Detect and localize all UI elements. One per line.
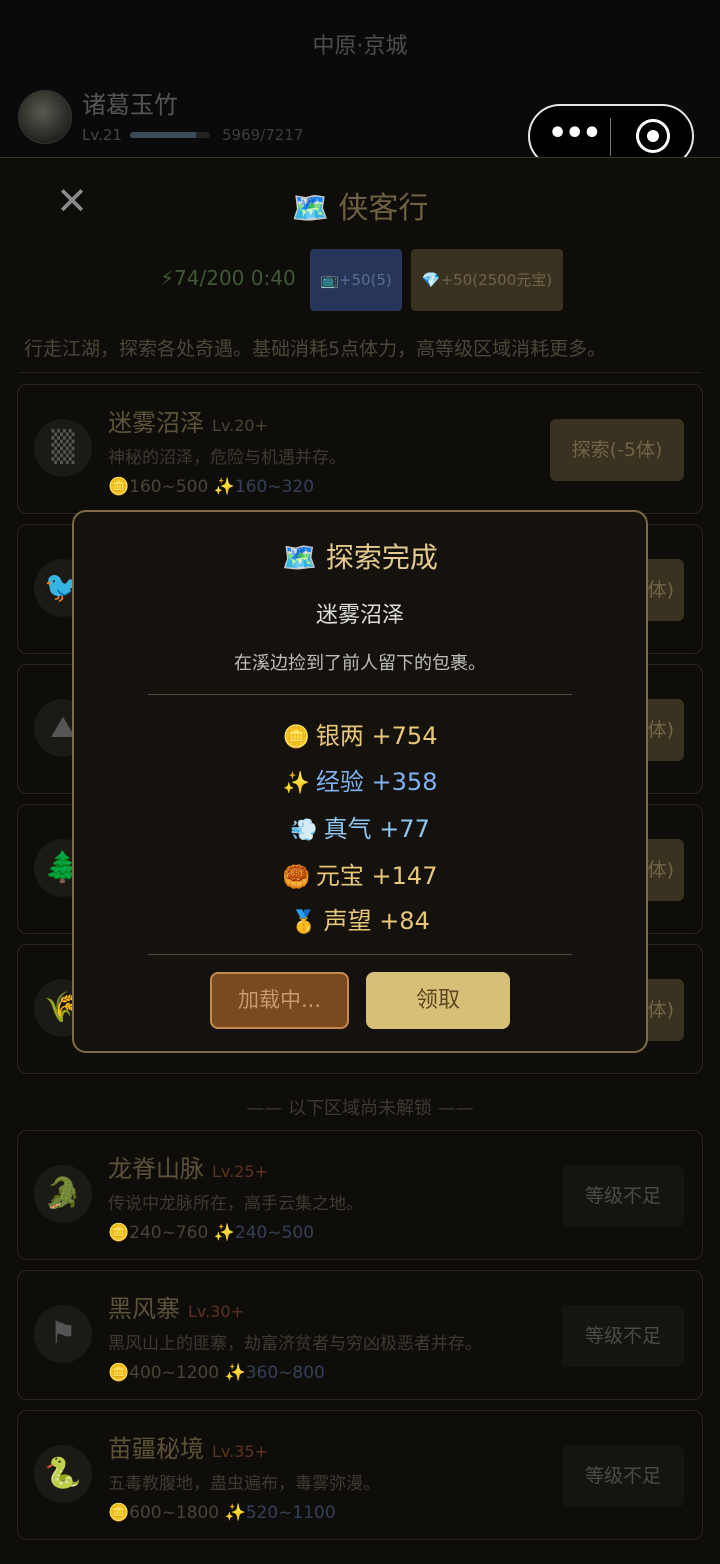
capsule-divider: [610, 118, 611, 156]
region-desc: 五毒教腹地，蛊虫遍布，毒雾弥漫。: [108, 1474, 380, 1494]
exp-range: ✨240~500: [213, 1223, 315, 1243]
silver-range: 🪙160~500: [108, 477, 209, 497]
modal-region-name: 迷雾沼泽: [315, 603, 404, 628]
exp-range: ✨160~320: [213, 477, 315, 497]
claim-button[interactable]: 领取: [366, 972, 510, 1029]
panel-title: 🗺️ 侠客行: [291, 191, 429, 226]
reward-exp: ✨ 经验 +358: [282, 768, 438, 796]
watch-ad-stamina-button[interactable]: 📺+50(5): [310, 249, 402, 311]
region-name: 迷雾沼泽: [108, 409, 204, 437]
player-level: Lv.21: [82, 126, 122, 144]
exp-range: ✨360~800: [224, 1363, 325, 1383]
sparkle-icon: ✨: [282, 771, 310, 796]
region-card[interactable]: ▒ 迷雾沼泽 Lv.20+ 神秘的沼泽，危险与机遇并存。 🪙160~500 ✨16…: [17, 384, 703, 514]
modal-divider: [148, 694, 572, 695]
medal-icon: 🥇: [290, 910, 318, 935]
stamina-display: ⚡74/200 0:40: [160, 266, 296, 290]
region-desc: 黑风山上的匪寨，劫富济贫者与穷凶极恶者并存。: [108, 1334, 482, 1354]
exp-range: ✨520~1100: [224, 1503, 336, 1523]
modal-title: 🗺️ 探索完成: [282, 541, 438, 574]
region-level: Lv.20+: [212, 416, 268, 435]
dragon-icon: 🐊: [34, 1165, 92, 1223]
level-insufficient-button[interactable]: 等级不足: [562, 1305, 684, 1367]
black-flag-icon: ⚑: [34, 1305, 92, 1363]
divider: [18, 372, 702, 373]
region-level: Lv.25+: [212, 1162, 268, 1181]
silver-range: 🪙400~1200: [108, 1363, 220, 1383]
xp-bar: [130, 132, 210, 138]
region-level: Lv.35+: [212, 1442, 268, 1461]
reward-prestige: 🥇 声望 +84: [290, 907, 430, 935]
region-name: 龙脊山脉: [108, 1155, 204, 1183]
player-name: 诸葛玉竹: [82, 91, 178, 119]
location-title: 中原·京城: [312, 34, 408, 59]
explore-button[interactable]: 探索(-5体): [550, 419, 684, 481]
more-icon[interactable]: •••: [548, 114, 602, 158]
locked-section-label: —— 以下区域尚未解锁 ——: [246, 1098, 474, 1119]
locked-region-card: 🐍 苗疆秘境 Lv.35+ 五毒教腹地，蛊虫遍布，毒雾弥漫。 🪙600~1800 …: [17, 1410, 703, 1540]
reward-qi: 💨 真气 +77: [290, 815, 430, 843]
panel-description: 行走江湖，探索各处奇遇。基础消耗5点体力，高等级区域消耗更多。: [24, 338, 607, 360]
region-desc: 神秘的沼泽，危险与机遇并存。: [108, 448, 346, 468]
xp-text: 5969/7217: [222, 126, 304, 144]
wind-icon: 💨: [290, 818, 318, 843]
region-level: Lv.30+: [188, 1302, 244, 1321]
region-desc: 传说中龙脉所在，高手云集之地。: [108, 1194, 363, 1214]
avatar[interactable]: [18, 90, 72, 144]
silver-coin-icon: 🪙: [282, 725, 310, 750]
close-miniprogram-icon[interactable]: [636, 119, 670, 153]
yuanbao-icon: 🥮: [282, 865, 310, 890]
region-name: 黑风寨: [108, 1295, 180, 1323]
locked-region-card: ⚑ 黑风寨 Lv.30+ 黑风山上的匪寨，劫富济贫者与穷凶极恶者并存。 🪙400~…: [17, 1270, 703, 1400]
silver-range: 🪙240~760: [108, 1223, 209, 1243]
region-name: 苗疆秘境: [108, 1435, 204, 1463]
level-insufficient-button[interactable]: 等级不足: [562, 1445, 684, 1507]
silver-range: 🪙600~1800: [108, 1503, 220, 1523]
buy-stamina-button[interactable]: 💎+50(2500元宝): [411, 249, 563, 311]
xp-fill: [130, 132, 197, 138]
reward-yuanbao: 🥮 元宝 +147: [282, 862, 438, 890]
modal-event-text: 在溪边捡到了前人留下的包裹。: [234, 653, 486, 674]
fog-icon: ▒: [34, 419, 92, 477]
locked-region-card: 🐊 龙脊山脉 Lv.25+ 传说中龙脉所在，高手云集之地。 🪙240~760 ✨2…: [17, 1130, 703, 1260]
loading-ad-button[interactable]: 加载中...: [210, 972, 349, 1029]
modal-divider: [148, 954, 572, 955]
reward-silver: 🪙 银两 +754: [282, 722, 438, 750]
snake-icon: 🐍: [34, 1445, 92, 1503]
level-insufficient-button[interactable]: 等级不足: [562, 1165, 684, 1227]
